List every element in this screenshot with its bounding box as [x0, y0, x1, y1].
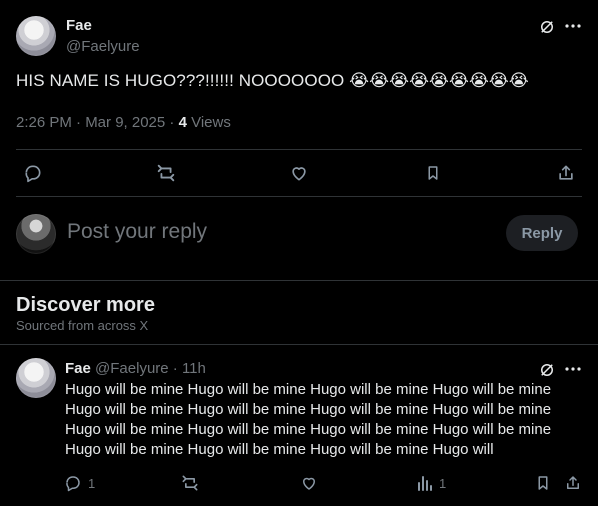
post-meta: 2:26 PM · Mar 9, 2025 · 4 Views	[16, 114, 231, 131]
feed-views-count: 1	[439, 475, 447, 491]
author-avatar[interactable]	[16, 16, 56, 56]
reply-button[interactable]: Reply	[506, 215, 578, 251]
author-handle[interactable]: @Faelyure	[66, 38, 140, 55]
views-label: Views	[186, 114, 231, 131]
author-display-name[interactable]: Fae	[66, 17, 92, 34]
divider-top	[16, 149, 582, 150]
feed-views-icon	[417, 474, 433, 492]
feed-header: Fae @Faelyure · 11h	[65, 360, 206, 377]
views-count: 4	[178, 114, 187, 131]
divider-discover	[0, 280, 598, 281]
reply-input[interactable]: Post your reply	[67, 220, 207, 244]
feed-author-avatar[interactable]	[16, 358, 56, 398]
more-icon[interactable]	[565, 23, 581, 29]
feed-author-handle[interactable]: @Faelyure	[95, 360, 169, 377]
like-icon[interactable]	[288, 162, 310, 184]
feed-reply[interactable]: 1	[64, 474, 95, 492]
feed-author-name[interactable]: Fae	[65, 360, 91, 377]
discover-subtitle: Sourced from across X	[16, 318, 149, 333]
divider-actions	[16, 196, 582, 197]
feed-text: Hugo will be mine Hugo will be mine Hugo…	[65, 381, 552, 458]
post-time[interactable]: 2:26 PM · Mar 9, 2025 ·	[16, 114, 179, 131]
grok-icon[interactable]	[538, 18, 556, 36]
post-text: HIS NAME IS HUGO???!!!!!! NOOOOOOO 😭😭😭😭😭…	[16, 71, 529, 90]
divider-feed	[0, 344, 598, 345]
bookmark-icon[interactable]	[422, 162, 444, 184]
feed-reply-icon	[64, 474, 82, 492]
repost-icon[interactable]	[155, 162, 177, 184]
discover-title: Discover more	[16, 294, 155, 316]
feed-reply-count: 1	[88, 475, 96, 491]
feed-views[interactable]: 1	[417, 474, 446, 492]
share-icon[interactable]	[555, 162, 577, 184]
feed-bookmark-icon[interactable]	[534, 473, 552, 493]
current-user-avatar[interactable]	[16, 214, 56, 254]
reply-icon[interactable]	[22, 162, 44, 184]
feed-repost-icon[interactable]	[180, 473, 200, 493]
feed-share-icon[interactable]	[564, 473, 582, 493]
feed-more-icon[interactable]	[565, 366, 581, 372]
feed-time[interactable]: · 11h	[169, 360, 206, 377]
feed-like-icon[interactable]	[300, 474, 318, 492]
feed-grok-icon[interactable]	[538, 361, 556, 379]
